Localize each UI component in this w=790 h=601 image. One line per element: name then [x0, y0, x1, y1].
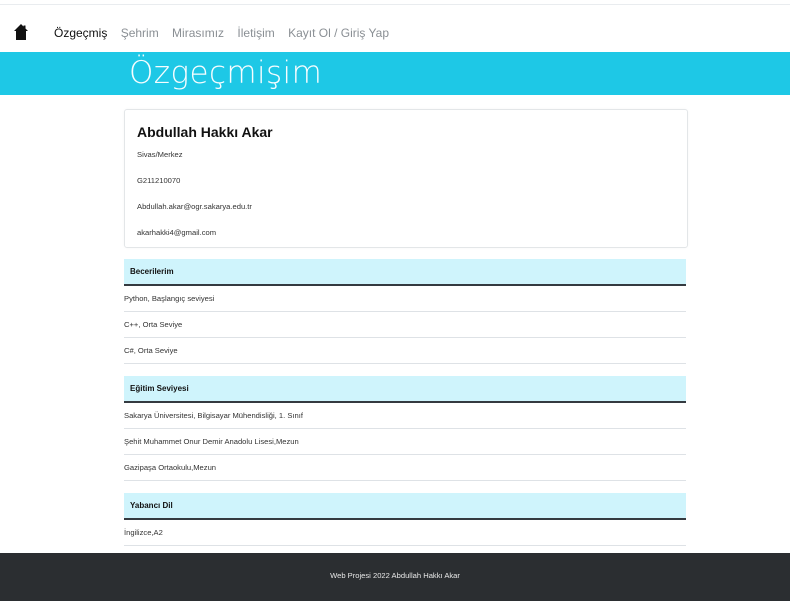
table-row: Sakarya Üniversitesi, Bilgisayar Mühendi…: [124, 403, 686, 429]
education-header: Eğitim Seviyesi: [124, 376, 686, 403]
profile-card: Abdullah Hakkı Akar Sivas/Merkez G211210…: [124, 109, 688, 248]
hero-banner: Özgeçmişim: [0, 52, 790, 95]
table-row: C#, Orta Seviye: [124, 338, 686, 364]
profile-personal-email: akarhakki4@gmail.com: [137, 228, 217, 237]
home-icon[interactable]: [14, 24, 28, 40]
table-row: İngilizce,A2: [124, 520, 686, 546]
navbar: Özgeçmiş Şehrim Mirasımız İletişim Kayıt…: [0, 4, 790, 49]
language-header: Yabancı Dil: [124, 493, 686, 520]
table-row: Şehit Muhammet Onur Demir Anadolu Lisesi…: [124, 429, 686, 455]
education-table: Eğitim Seviyesi Sakarya Üniversitesi, Bi…: [124, 376, 686, 481]
nav-item-sehrim[interactable]: Şehrim: [121, 26, 159, 40]
profile-name: Abdullah Hakkı Akar: [137, 124, 273, 140]
footer: Web Projesi 2022 Abdullah Hakkı Akar: [0, 553, 790, 601]
table-row: Python, Başlangıç seviyesi: [124, 286, 686, 312]
skills-table: Becerilerim Python, Başlangıç seviyesi C…: [124, 259, 686, 364]
nav-menu: Özgeçmiş Şehrim Mirasımız İletişim Kayıt…: [54, 26, 399, 40]
table-row: Gazipaşa Ortaokulu,Mezun: [124, 455, 686, 481]
nav-item-kayit-giris[interactable]: Kayıt Ol / Giriş Yap: [288, 26, 389, 40]
page-title: Özgeçmişim: [129, 55, 323, 91]
footer-text: Web Projesi 2022 Abdullah Hakkı Akar: [330, 571, 460, 580]
language-table: Yabancı Dil İngilizce,A2: [124, 493, 686, 546]
nav-item-mirasimiz[interactable]: Mirasımız: [172, 26, 224, 40]
nav-item-ozgecmis[interactable]: Özgeçmiş: [54, 26, 107, 40]
profile-student-no: G211210070: [137, 176, 181, 185]
profile-school-email: Abdullah.akar@ogr.sakarya.edu.tr: [137, 202, 252, 211]
skills-header: Becerilerim: [124, 259, 686, 286]
profile-location: Sivas/Merkez: [137, 150, 183, 159]
table-row: C++, Orta Seviye: [124, 312, 686, 338]
nav-item-iletisim[interactable]: İletişim: [237, 26, 274, 40]
